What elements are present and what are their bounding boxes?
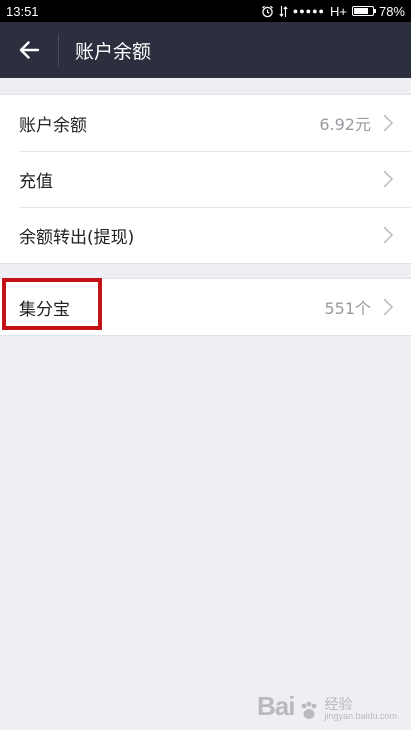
watermark-text: 经验 [324,695,353,712]
balance-value: 6.92元 [319,115,371,134]
list-item-label: 充值 [19,171,53,192]
page-title: 账户余额 [75,40,152,63]
signal-dots: ●●●●● [292,6,325,16]
watermark-url: jingyan.baidu.com [324,711,397,722]
list-item-recharge[interactable]: 充值 [0,151,411,207]
battery-fill [353,8,368,14]
back-button[interactable] [0,22,58,78]
chevron-right-icon [383,170,394,188]
jifenbao-value: 551个 [324,299,371,318]
status-bar: 13:51 ●●●●● H+ 78% [0,0,411,22]
list-item-label: 账户余额 [19,115,87,136]
status-time: 13:51 [6,3,39,19]
list-item-withdraw[interactable]: 余额转出(提现) [0,207,411,263]
network-type: H+ [329,3,347,19]
arrow-left-icon [19,41,39,59]
list-item-label: 集分宝 [19,299,70,320]
list-item-jifenbao[interactable]: 集分宝 551个 [0,279,411,335]
chevron-right-icon [383,114,394,132]
balance-group: 账户余额 6.92元 充值 余额转出(提现) [0,94,411,264]
watermark-logo: Bai [256,691,295,721]
battery-percent: 78% [378,3,405,19]
nav-bar: 账户余额 [0,22,411,78]
points-group: 集分宝 551个 [0,278,411,336]
list-item-label: 余额转出(提现) [19,227,135,248]
chevron-right-icon [383,226,394,244]
baidu-watermark: Bai 经验 jingyan.baidu.com [257,691,397,722]
data-transfer-icon [279,5,288,18]
nav-divider [58,34,59,66]
battery-icon [351,6,376,16]
alarm-icon [261,5,274,18]
chevron-right-icon [383,298,394,316]
list-item-balance[interactable]: 账户余额 6.92元 [0,95,411,151]
paw-icon [302,701,317,719]
status-icons: ●●●●● H+ 78% [261,4,405,19]
